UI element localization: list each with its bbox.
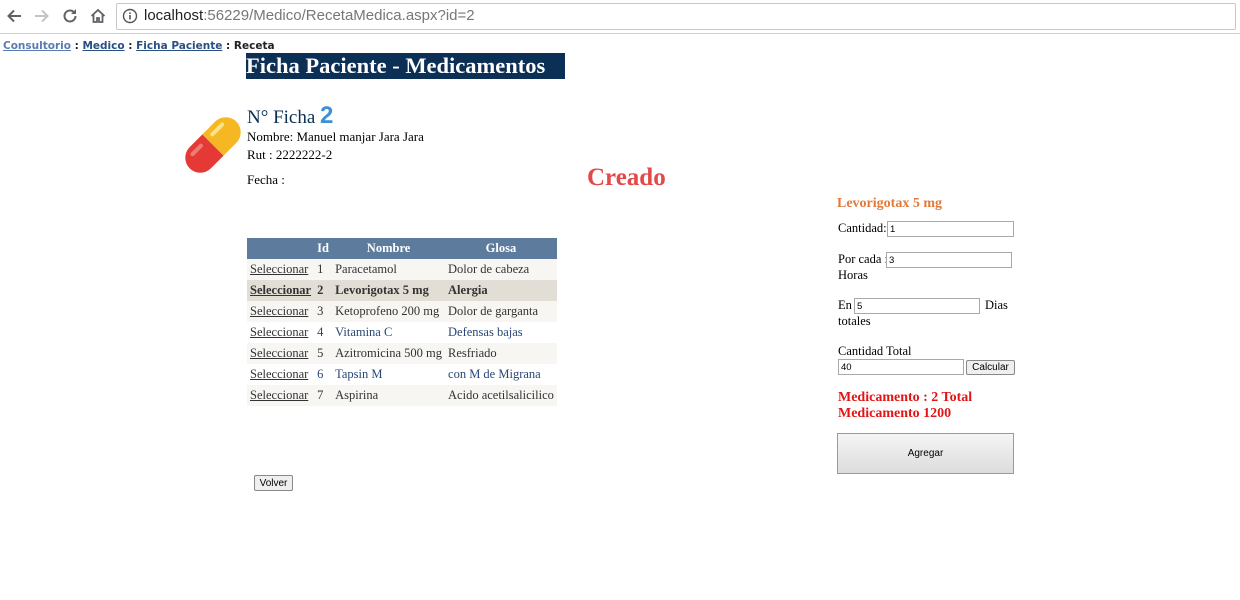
- breadcrumb-ficha-paciente[interactable]: Ficha Paciente: [136, 40, 222, 52]
- table-row: Seleccionar 2 Levorigotax 5 mg Alergia: [247, 280, 557, 301]
- column-header-id: Id: [314, 238, 333, 259]
- cantidad-label: Cantidad:: [838, 221, 887, 235]
- info-icon[interactable]: [122, 8, 138, 24]
- breadcrumb-separator: :: [128, 40, 133, 52]
- cell-glosa: Dolor de cabeza: [445, 259, 557, 280]
- column-header-nombre: Nombre: [332, 238, 446, 259]
- patient-rut-line: Rut : 2222222-2: [247, 147, 332, 163]
- select-cell: Seleccionar: [247, 385, 315, 406]
- select-link[interactable]: Seleccionar: [250, 325, 308, 339]
- selected-medication-name: Levorigotax 5 mg: [837, 196, 942, 211]
- status-message: Creado: [587, 164, 666, 191]
- agregar-button[interactable]: Agregar: [837, 433, 1014, 474]
- select-link[interactable]: Seleccionar: [250, 367, 308, 381]
- cell-glosa: Alergia: [445, 280, 557, 301]
- select-link[interactable]: Seleccionar: [250, 283, 311, 297]
- rut-value: 2222222-2: [275, 147, 333, 162]
- forward-arrow-icon[interactable]: [31, 5, 53, 27]
- page-title: Ficha Paciente - Medicamentos: [246, 53, 565, 79]
- table-row: Seleccionar 5 Azitromicina 500 mg Resfriado: [247, 343, 557, 364]
- por-cada-label: Por cada :: [838, 252, 888, 266]
- cantidad-total-input[interactable]: [838, 359, 964, 375]
- url-text: localhost:56229/Medico/RecetaMedica.aspx…: [144, 7, 475, 24]
- cantidad-total-label: Cantidad Total: [838, 344, 912, 358]
- breadcrumb: Consultorio : Medico : Ficha Paciente : …: [3, 40, 275, 52]
- breadcrumb-consultorio[interactable]: Consultorio: [3, 40, 71, 52]
- calcular-button[interactable]: Calcular: [966, 360, 1015, 375]
- select-cell: Seleccionar: [247, 364, 315, 385]
- cell-nombre: Ketoprofeno 200 mg: [332, 301, 446, 322]
- cell-id: 6: [314, 364, 333, 385]
- table-row: Seleccionar 4 Vitamina C Defensas bajas: [247, 322, 557, 343]
- browser-toolbar: localhost:56229/Medico/RecetaMedica.aspx…: [0, 0, 1240, 34]
- nombre-label: Nombre:: [247, 129, 294, 144]
- select-link[interactable]: Seleccionar: [250, 388, 308, 402]
- cantidad-input[interactable]: [887, 221, 1014, 237]
- breadcrumb-separator: :: [226, 40, 231, 52]
- table-row: Seleccionar 6 Tapsin Mcon M de Migrana: [247, 364, 557, 385]
- medicamentos-table: Id Nombre Glosa Seleccionar 1 Paracetamol D…: [247, 238, 557, 406]
- breadcrumb-medico[interactable]: Medico: [82, 40, 124, 52]
- cell-nombre: Paracetamol: [332, 259, 446, 280]
- en-label: En: [838, 298, 852, 312]
- breadcrumb-separator: :: [74, 40, 79, 52]
- cell-glosa: Resfriado: [445, 343, 557, 364]
- table-row: Seleccionar 3 Ketoprofeno 200 mg Dolor de g…: [247, 301, 557, 322]
- cell-id: 4: [314, 322, 333, 343]
- cell-id: 1: [314, 259, 333, 280]
- back-arrow-icon[interactable]: [3, 5, 25, 27]
- horas-label: Horas: [838, 268, 868, 282]
- select-link[interactable]: Seleccionar: [250, 346, 308, 360]
- ficha-label: N° Ficha: [247, 107, 316, 128]
- pill-icon: [178, 110, 248, 180]
- select-cell: Seleccionar: [247, 280, 315, 301]
- table-row: Seleccionar 7 Aspirina Acido acetilsalicili…: [247, 385, 557, 406]
- ficha-number: 2: [320, 102, 334, 129]
- select-link[interactable]: Seleccionar: [250, 262, 308, 276]
- volver-button[interactable]: Volver: [254, 475, 293, 491]
- cell-nombre: Azitromicina 500 mg: [332, 343, 446, 364]
- select-link[interactable]: Seleccionar: [250, 304, 308, 318]
- por-cada-input[interactable]: [886, 252, 1012, 268]
- cell-id: 3: [314, 301, 333, 322]
- reload-icon[interactable]: [59, 5, 81, 27]
- breadcrumb-current: Receta: [233, 40, 275, 52]
- select-cell: Seleccionar: [247, 343, 315, 364]
- cell-nombre: Aspirina: [332, 385, 446, 406]
- select-cell: Seleccionar: [247, 301, 315, 322]
- cell-glosa: Acido acetilsalicilico: [445, 385, 557, 406]
- select-cell: Seleccionar: [247, 259, 315, 280]
- ficha-heading: N° Ficha 2: [247, 102, 333, 130]
- patient-name-line: Nombre: Manuel manjar Jara Jara: [247, 129, 424, 145]
- cell-glosa: Defensas bajas: [445, 322, 557, 343]
- result-message: Medicamento : 2 Total Medicamento 1200: [838, 390, 973, 421]
- cell-id: 7: [314, 385, 333, 406]
- select-cell: Seleccionar: [247, 322, 315, 343]
- nombre-value: Manuel manjar Jara Jara: [296, 129, 424, 144]
- dias-input[interactable]: [854, 298, 980, 314]
- cell-nombre: Vitamina C: [332, 322, 446, 343]
- cell-nombre: Levorigotax 5 mg: [332, 280, 446, 301]
- dias-label: Dias: [985, 298, 1008, 312]
- totales-label: totales: [838, 314, 871, 328]
- table-row: Seleccionar 1 Paracetamol Dolor de cabeza: [247, 259, 557, 280]
- cell-glosa: con M de Migrana: [445, 364, 557, 385]
- home-icon[interactable]: [87, 5, 109, 27]
- column-header-glosa: Glosa: [445, 238, 557, 259]
- cell-id: 2: [314, 280, 333, 301]
- address-bar[interactable]: localhost:56229/Medico/RecetaMedica.aspx…: [116, 3, 1236, 30]
- cell-id: 5: [314, 343, 333, 364]
- cell-glosa: Dolor de garganta: [445, 301, 557, 322]
- cell-nombre: Tapsin M: [332, 364, 446, 385]
- table-header-row: Id Nombre Glosa: [247, 238, 557, 259]
- column-header-select: [247, 238, 315, 259]
- rut-label: Rut :: [247, 147, 273, 162]
- fecha-label: Fecha :: [247, 172, 285, 187]
